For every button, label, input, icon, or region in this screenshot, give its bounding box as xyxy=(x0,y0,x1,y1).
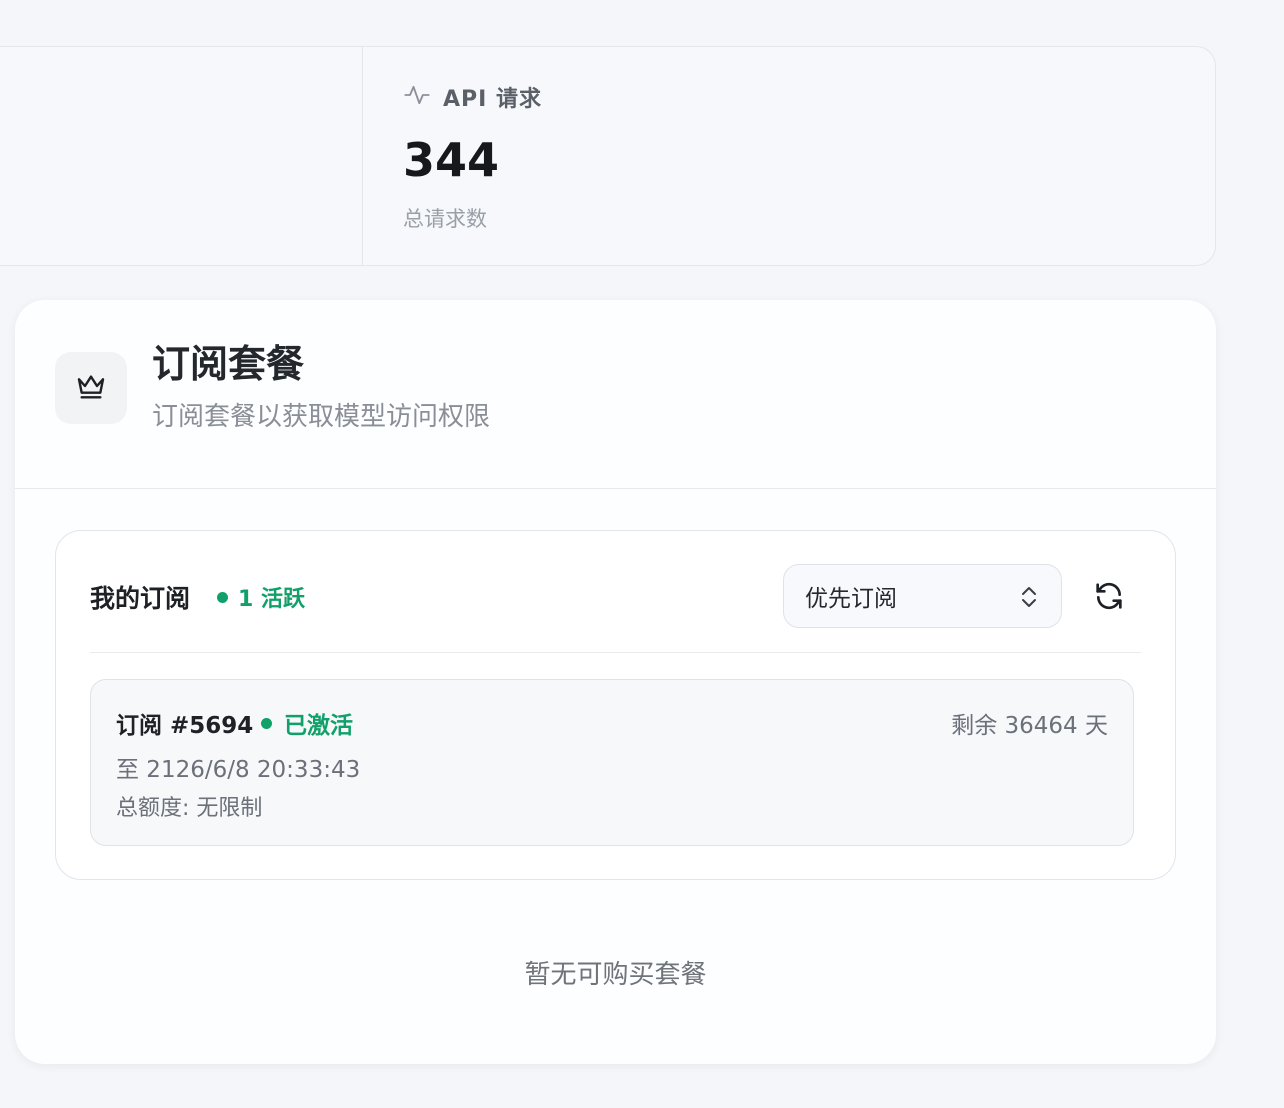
my-subscriptions-panel: 我的订阅 1 活跃 优先订阅 订阅 #5694 已激活 剩余 36464 天 至… xyxy=(55,530,1176,880)
subscription-status: 已激活 xyxy=(261,706,353,740)
subscription-item[interactable]: 订阅 #5694 已激活 剩余 36464 天 至 2126/6/8 20:33… xyxy=(90,679,1134,846)
card-header: 订阅套餐 订阅套餐以获取模型访问权限 xyxy=(15,300,1216,489)
stat-cell-api-requests: API 请求 344 总请求数 xyxy=(363,47,1215,265)
subscription-quota: 总额度: 无限制 xyxy=(116,796,263,821)
active-count-badge: 1 活跃 xyxy=(217,581,305,613)
my-subscriptions-title: 我的订阅 xyxy=(90,584,191,613)
stat-sublabel: 总请求数 xyxy=(403,207,487,231)
chevron-up-down-icon xyxy=(1022,587,1036,607)
subscription-id: 订阅 #5694 xyxy=(116,713,254,739)
stat-header: API 请求 xyxy=(403,81,1215,113)
stats-panel: API 请求 344 总请求数 xyxy=(0,46,1216,266)
status-dot-icon xyxy=(261,717,272,729)
subscription-card: 订阅套餐 订阅套餐以获取模型访问权限 我的订阅 1 活跃 优先订阅 订阅 #56… xyxy=(15,300,1216,1064)
subscription-remaining: 剩余 36464 天 xyxy=(951,713,1108,739)
card-title: 订阅套餐 xyxy=(152,342,305,386)
refresh-button[interactable] xyxy=(1090,577,1128,615)
priority-select[interactable]: 优先订阅 xyxy=(783,564,1062,628)
subscription-until: 至 2126/6/8 20:33:43 xyxy=(116,757,361,783)
priority-select-value: 优先订阅 xyxy=(805,586,897,612)
active-dot-icon xyxy=(217,591,228,603)
stat-cell-previous xyxy=(0,47,363,265)
empty-plans-text: 暂无可购买套餐 xyxy=(524,960,707,990)
stat-label: API 请求 xyxy=(443,87,542,112)
refresh-icon xyxy=(1096,582,1122,610)
activity-icon xyxy=(403,81,431,113)
subscription-status-label: 已激活 xyxy=(284,713,353,739)
active-count-label: 1 活跃 xyxy=(238,587,305,612)
crown-icon-box xyxy=(55,352,127,424)
stat-value: 344 xyxy=(403,133,500,187)
crown-icon xyxy=(75,370,107,406)
my-subscriptions-header: 我的订阅 1 活跃 优先订阅 xyxy=(90,531,1141,653)
card-subtitle: 订阅套餐以获取模型访问权限 xyxy=(152,401,491,432)
